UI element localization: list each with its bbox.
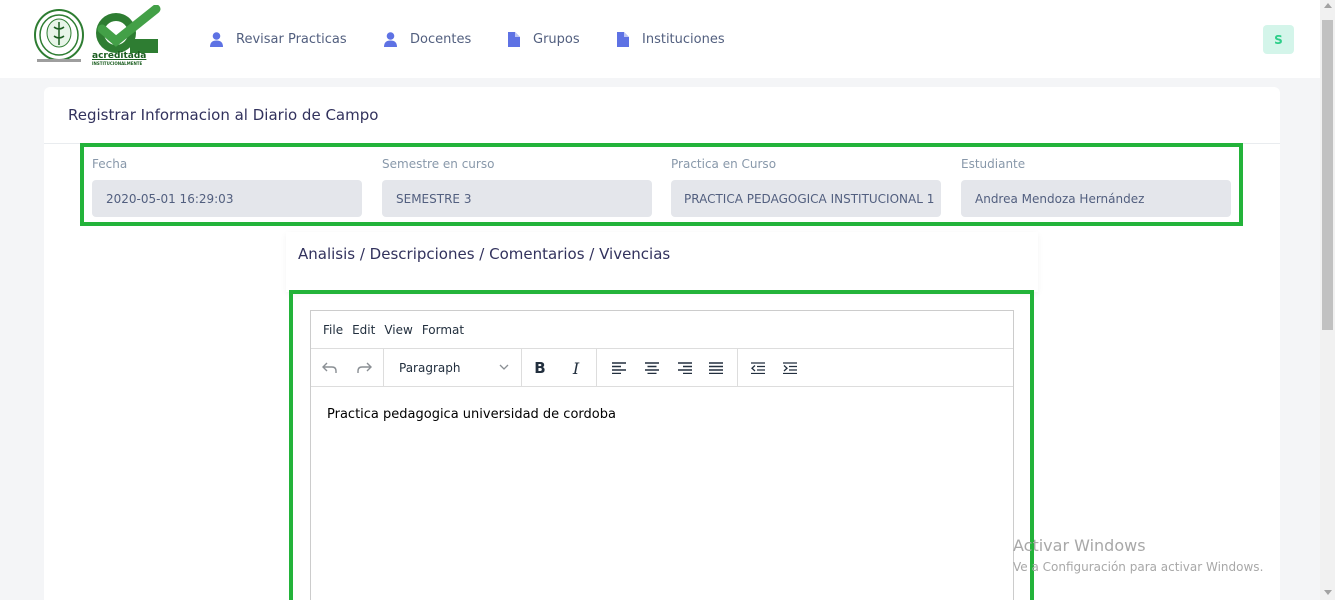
acreditada-logo[interactable]: acreditada INSTITUCIONALMENTE bbox=[92, 4, 164, 67]
university-seal-logo[interactable] bbox=[33, 8, 85, 66]
activation-watermark-subtitle: Ve a Configuración para activar Windows. bbox=[1013, 560, 1264, 574]
italic-icon[interactable]: I bbox=[565, 357, 587, 379]
logo-text: acreditada bbox=[92, 51, 147, 61]
activation-watermark-title: Activar Windows bbox=[1013, 536, 1146, 555]
menu-view[interactable]: View bbox=[384, 323, 412, 337]
block-format-select[interactable]: Paragraph bbox=[387, 357, 517, 379]
vertical-scrollbar[interactable] bbox=[1320, 0, 1335, 600]
nav-docentes-label: Docentes bbox=[410, 31, 472, 47]
scroll-up-icon[interactable] bbox=[1324, 3, 1332, 8]
scroll-thumb[interactable] bbox=[1322, 20, 1333, 330]
nav-grupos[interactable]: Grupos bbox=[508, 28, 580, 50]
nav-grupos-label: Grupos bbox=[533, 31, 580, 47]
fecha-label: Fecha bbox=[92, 157, 128, 171]
menu-format[interactable]: Format bbox=[422, 323, 464, 337]
toolbar-separator bbox=[596, 349, 597, 387]
file-icon bbox=[508, 31, 520, 47]
editor-menubar: File Edit View Format bbox=[311, 311, 1013, 349]
estudiante-field[interactable]: Andrea Mendoza Hernández bbox=[961, 180, 1231, 217]
file-icon bbox=[617, 31, 629, 47]
nav-docentes[interactable]: Docentes bbox=[384, 28, 471, 50]
redo-icon[interactable] bbox=[353, 357, 375, 379]
rich-text-editor: File Edit View Format Paragraph B I Prac… bbox=[310, 310, 1014, 600]
semestre-label: Semestre en curso bbox=[382, 157, 495, 171]
toolbar-separator bbox=[383, 349, 384, 387]
fecha-field[interactable]: 2020-05-01 16:29:03 bbox=[92, 180, 362, 217]
toolbar-separator bbox=[521, 349, 522, 387]
chevron-down-icon bbox=[499, 364, 509, 370]
nav-revisar-practicas[interactable]: Revisar Practicas bbox=[210, 28, 347, 50]
toolbar-separator bbox=[737, 349, 738, 387]
align-justify-icon[interactable] bbox=[705, 357, 727, 379]
practica-field[interactable]: PRACTICA PEDAGOGICA INSTITUCIONAL 1 bbox=[671, 180, 941, 217]
editor-content[interactable]: Practica pedagogica universidad de cordo… bbox=[327, 407, 616, 422]
user-avatar[interactable]: S bbox=[1263, 25, 1294, 54]
indent-icon[interactable] bbox=[779, 357, 801, 379]
block-format-value: Paragraph bbox=[399, 361, 461, 375]
nav-instituciones-label: Instituciones bbox=[642, 31, 725, 47]
menu-file[interactable]: File bbox=[323, 323, 343, 337]
top-navbar: acreditada INSTITUCIONALMENTE Revisar Pr… bbox=[0, 0, 1320, 78]
menu-edit[interactable]: Edit bbox=[352, 323, 375, 337]
nav-revisar-practicas-label: Revisar Practicas bbox=[236, 31, 347, 47]
undo-icon[interactable] bbox=[319, 357, 341, 379]
editor-toolbar: Paragraph B I bbox=[311, 349, 1013, 387]
scroll-down-icon[interactable] bbox=[1324, 590, 1332, 595]
card-title: Registrar Informacion al Diario de Campo bbox=[68, 106, 379, 124]
section-title: Analisis / Descripciones / Comentarios /… bbox=[298, 245, 671, 263]
align-right-icon[interactable] bbox=[674, 357, 696, 379]
user-icon bbox=[384, 31, 397, 47]
nav-instituciones[interactable]: Instituciones bbox=[617, 28, 725, 50]
user-icon bbox=[210, 31, 223, 47]
practica-label: Practica en Curso bbox=[671, 157, 777, 171]
align-left-icon[interactable] bbox=[608, 357, 630, 379]
align-center-icon[interactable] bbox=[641, 357, 663, 379]
logo-subtext: INSTITUCIONALMENTE bbox=[92, 61, 143, 66]
bold-icon[interactable]: B bbox=[529, 357, 551, 379]
semestre-field[interactable]: SEMESTRE 3 bbox=[382, 180, 652, 217]
card-header: Registrar Informacion al Diario de Campo bbox=[44, 87, 1280, 144]
estudiante-label: Estudiante bbox=[961, 157, 1026, 171]
outdent-icon[interactable] bbox=[747, 357, 769, 379]
